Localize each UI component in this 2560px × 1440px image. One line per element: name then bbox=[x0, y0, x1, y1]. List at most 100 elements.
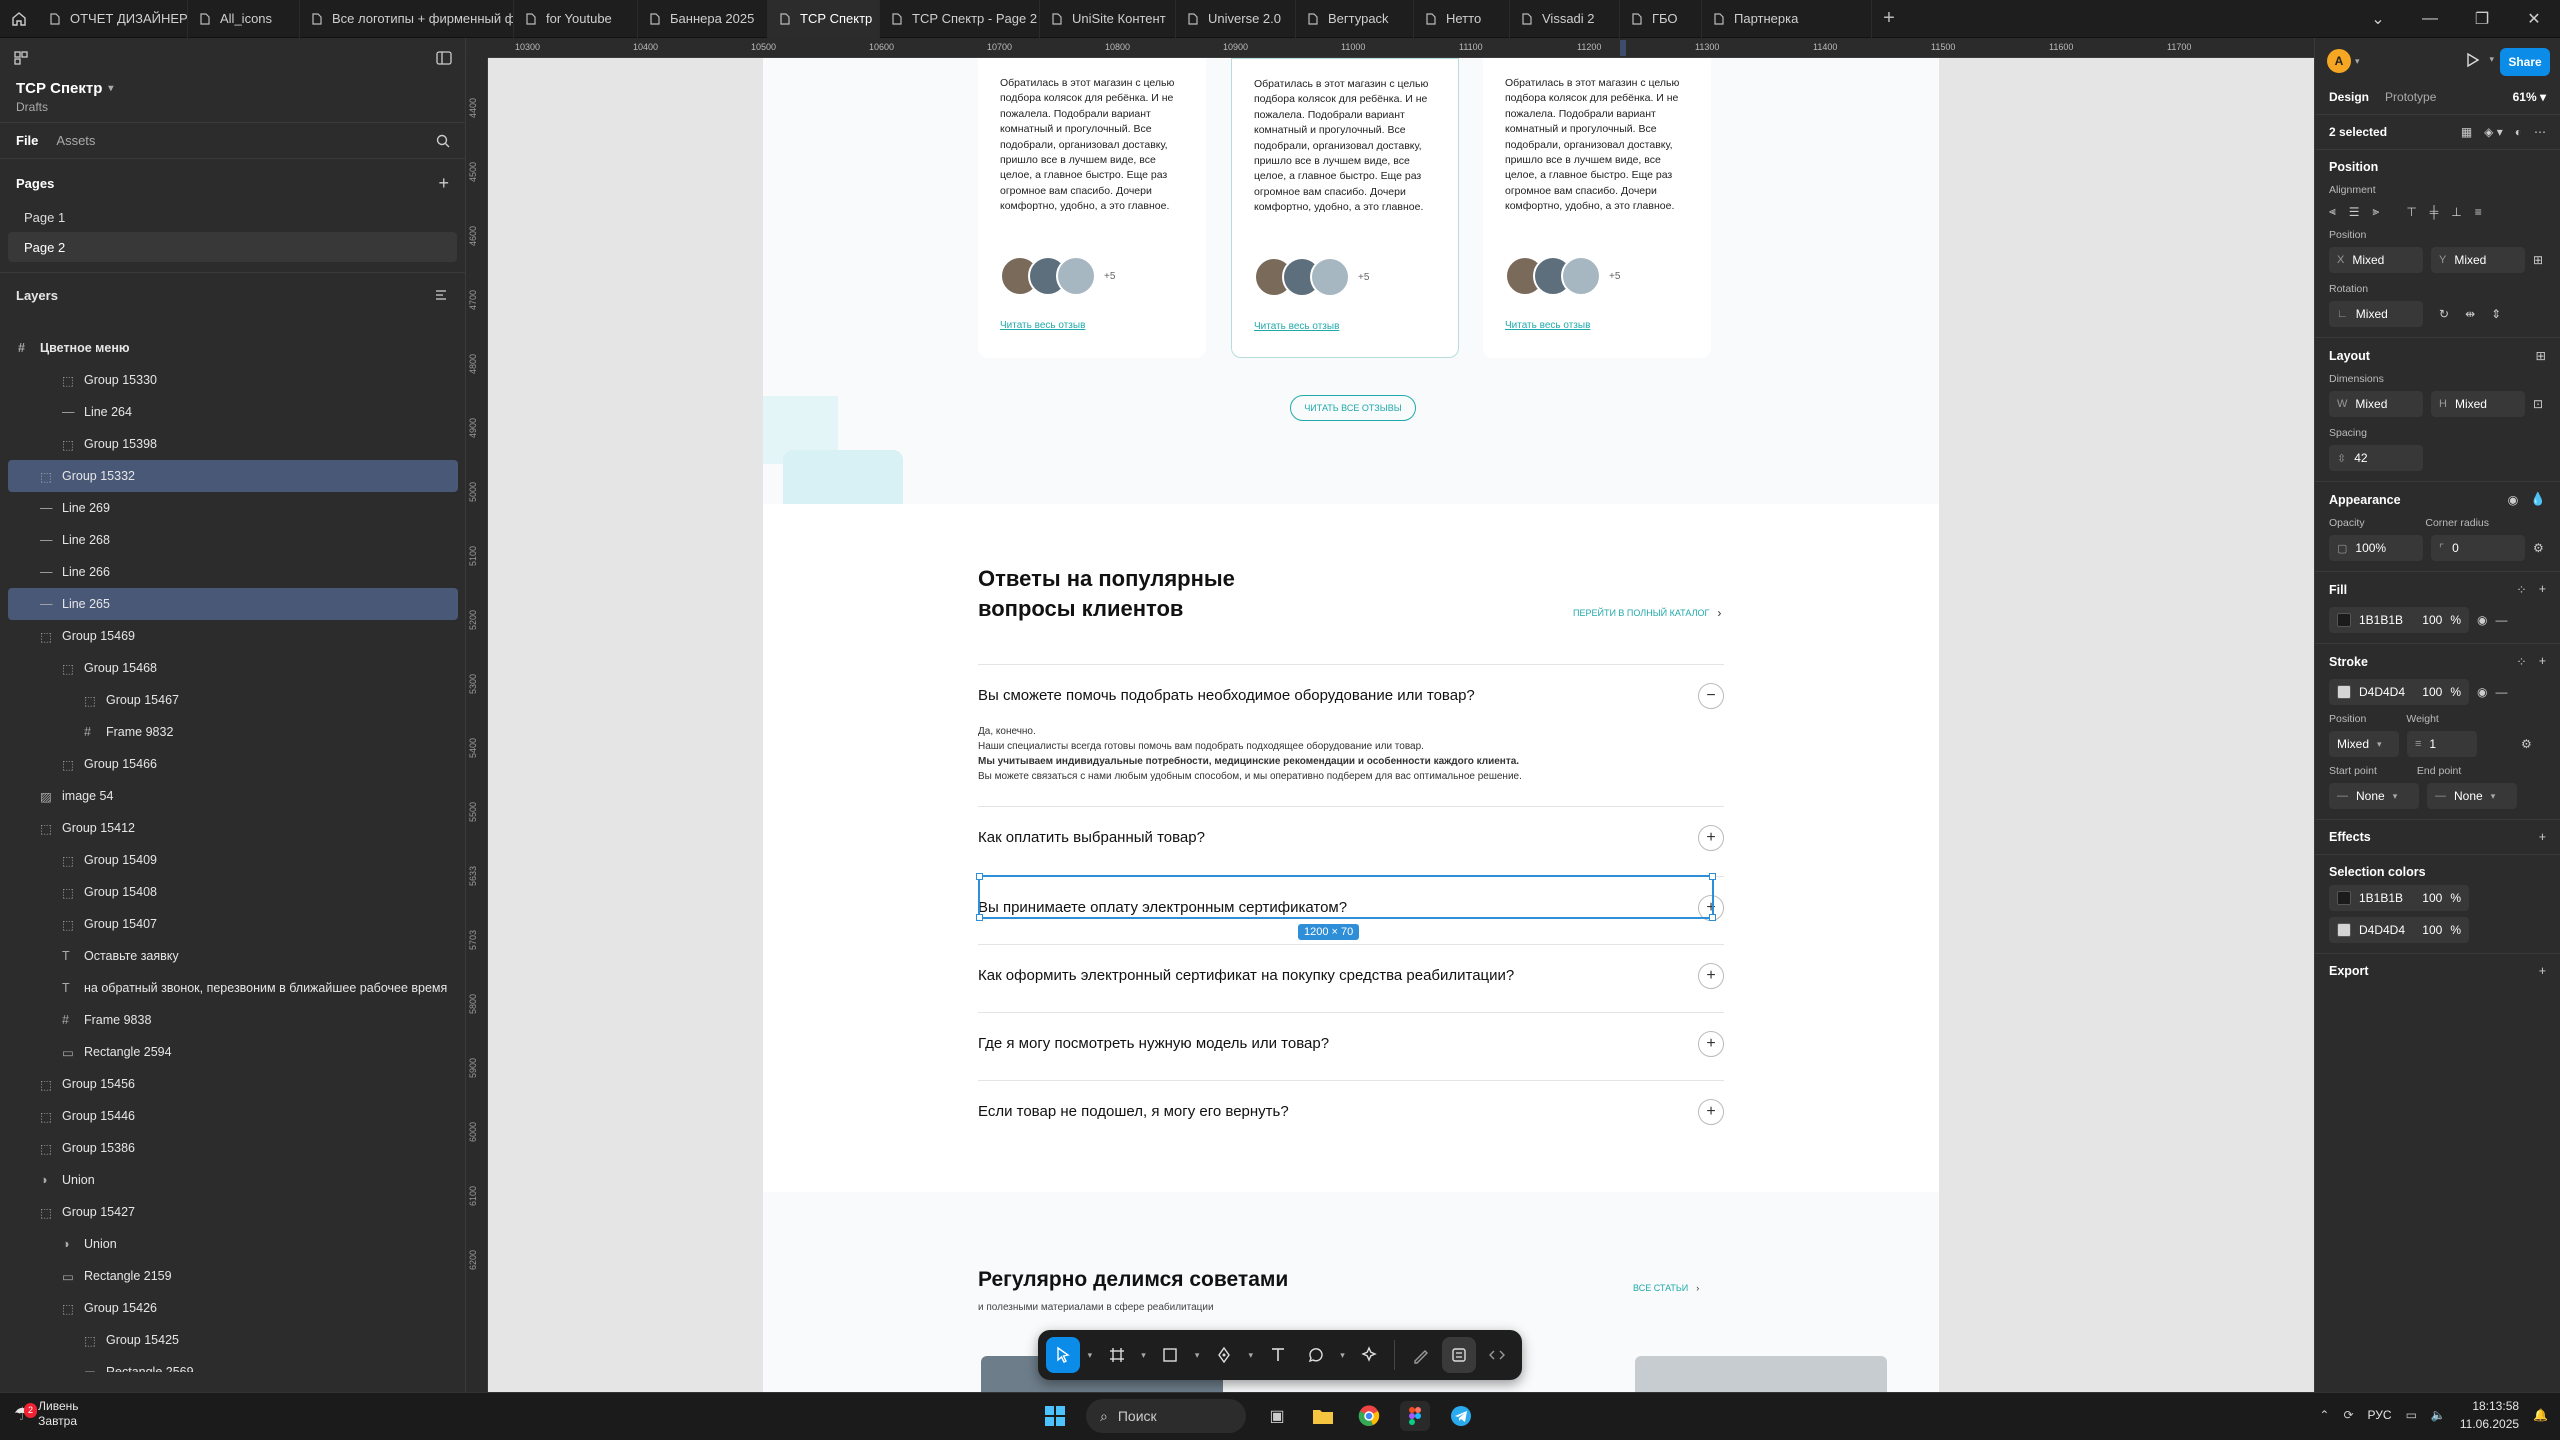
tab-assets[interactable]: Assets bbox=[56, 133, 95, 148]
layer-row[interactable]: ◑ Union bbox=[8, 1164, 458, 1196]
height-field[interactable]: H Mixed bbox=[2431, 391, 2525, 417]
network-icon[interactable]: ▭ bbox=[2406, 1408, 2417, 1422]
flip-h-icon[interactable]: ⇹ bbox=[2465, 307, 2475, 321]
pen-tool[interactable] bbox=[1207, 1337, 1241, 1373]
stroke-color-field[interactable]: D4D4D4 100 % bbox=[2329, 679, 2469, 705]
avatar[interactable]: A bbox=[2327, 49, 2351, 73]
resize-handle[interactable] bbox=[1709, 873, 1716, 880]
design-mode-icon[interactable] bbox=[1441, 1337, 1476, 1373]
layer-row[interactable]: ▭ Rectangle 2159 bbox=[8, 1260, 458, 1292]
task-view-icon[interactable]: ▣ bbox=[1262, 1401, 1292, 1431]
resize-handle[interactable] bbox=[976, 914, 983, 921]
faq-item[interactable]: Если товар не подошел, я могу его вернут… bbox=[978, 1080, 1724, 1148]
tab-0[interactable]: ОТЧЕТ ДИЗАЙНЕРЫ 2024 bbox=[38, 0, 188, 38]
comment-tool[interactable] bbox=[1299, 1337, 1333, 1373]
chevron-down-icon[interactable]: ▾ bbox=[1084, 1350, 1095, 1361]
layer-row[interactable]: — Line 266 bbox=[8, 556, 458, 588]
color-swatch[interactable] bbox=[2337, 923, 2351, 937]
layer-row[interactable]: # Frame 9832 bbox=[8, 716, 458, 748]
weather-widget[interactable]: ☂ 2 Ливень Завтра bbox=[14, 1399, 79, 1429]
tab-file[interactable]: File bbox=[16, 133, 38, 148]
layer-row[interactable]: — Line 264 bbox=[8, 396, 458, 428]
tab-2[interactable]: Все логотипы + фирменный фон bbox=[300, 0, 514, 38]
spacing-field[interactable]: ⇳ 42 bbox=[2329, 445, 2423, 471]
blend-icon[interactable]: 💧 bbox=[2530, 492, 2546, 507]
expand-icon[interactable]: + bbox=[1698, 963, 1724, 989]
layer-row[interactable]: ⬚ Group 15412 bbox=[8, 812, 458, 844]
auto-layout-icon[interactable]: ⊞ bbox=[2536, 348, 2546, 363]
selection-color-field[interactable]: D4D4D4 100% bbox=[2329, 917, 2469, 943]
rectangle-tool[interactable] bbox=[1153, 1337, 1187, 1373]
tab-6[interactable]: ТСР Спектр - Page 2 bbox=[880, 0, 1040, 38]
toggle-sidebar-icon[interactable] bbox=[435, 49, 453, 67]
stroke-position-select[interactable]: Mixed ▾ bbox=[2329, 731, 2399, 757]
layer-row[interactable]: # Frame 9838 bbox=[8, 1004, 458, 1036]
tips-title[interactable]: Регулярно делимся советами bbox=[978, 1268, 1288, 1292]
tab-11[interactable]: Vissadi 2 bbox=[1510, 0, 1620, 38]
align-bottom-icon[interactable]: ⊥ bbox=[2451, 205, 2461, 219]
layer-row[interactable]: ⬚ Group 15468 bbox=[8, 652, 458, 684]
layer-row[interactable]: ⬚ Group 15466 bbox=[8, 748, 458, 780]
eye-icon[interactable]: ◉ bbox=[2508, 492, 2519, 507]
actions-tool[interactable] bbox=[1352, 1337, 1386, 1373]
corner-radius-field[interactable]: ⌜ 0 bbox=[2431, 535, 2525, 561]
color-swatch[interactable] bbox=[2337, 891, 2351, 905]
tab-12[interactable]: ГБО bbox=[1620, 0, 1702, 38]
independent-corners-icon[interactable]: ⚙ bbox=[2533, 541, 2544, 555]
faq-item[interactable]: Где я могу посмотреть нужную модель или … bbox=[978, 1012, 1724, 1080]
constraints-icon[interactable]: ⊞ bbox=[2533, 253, 2543, 267]
project-title[interactable]: ТСР Спектр ▾ bbox=[16, 80, 449, 97]
layer-row[interactable]: ⬚ Group 15467 bbox=[8, 684, 458, 716]
layer-row[interactable]: ⬚ Group 15469 bbox=[8, 620, 458, 652]
chevron-down-icon[interactable]: ▾ bbox=[1337, 1350, 1348, 1361]
read-review-link[interactable]: Читать весь отзыв bbox=[1505, 320, 1590, 331]
move-tool[interactable] bbox=[1046, 1337, 1081, 1373]
x-field[interactable]: X Mixed bbox=[2329, 247, 2423, 273]
layer-row[interactable]: — Line 269 bbox=[8, 492, 458, 524]
app-tray-icon[interactable]: ⟳ bbox=[2343, 1408, 2353, 1422]
add-page-button[interactable]: + bbox=[438, 173, 449, 194]
layer-row[interactable]: ▨ image 54 bbox=[8, 780, 458, 812]
layer-row[interactable]: ⬚ Group 15386 bbox=[8, 1132, 458, 1164]
chevron-down-icon[interactable]: ▾ bbox=[2355, 56, 2360, 67]
all-articles-link[interactable]: ВСЕ СТАТЬИ › bbox=[1633, 1283, 1699, 1293]
draw-mode-icon[interactable] bbox=[1403, 1337, 1437, 1373]
canvas[interactable]: Обратилась в этот магазин с целью подбор… bbox=[488, 58, 2314, 1392]
read-all-reviews-button[interactable]: ЧИТАТЬ ВСЕ ОТЗЫВЫ bbox=[1290, 395, 1416, 421]
tab-7[interactable]: UniSite Контент bbox=[1040, 0, 1176, 38]
expand-icon[interactable]: + bbox=[1698, 1099, 1724, 1125]
fill-swatch[interactable] bbox=[2337, 613, 2351, 627]
resize-icon[interactable]: ⊡ bbox=[2533, 397, 2543, 411]
tab-design[interactable]: Design bbox=[2329, 90, 2369, 104]
y-field[interactable]: Y Mixed bbox=[2431, 247, 2525, 273]
align-center-v-icon[interactable]: ╪ bbox=[2430, 205, 2439, 219]
language-indicator[interactable]: РУС bbox=[2368, 1408, 2392, 1422]
resize-handle[interactable] bbox=[1709, 914, 1716, 921]
layer-row[interactable]: ⬚ Group 15398 bbox=[8, 428, 458, 460]
chevron-down-icon[interactable]: ⌄ bbox=[2352, 0, 2404, 38]
faq-title[interactable]: Ответы на популярные вопросы клиентов bbox=[978, 564, 1238, 624]
more-icon[interactable]: ⋯ bbox=[2534, 125, 2546, 139]
tab-5[interactable]: ТСР Спектр✕ bbox=[768, 0, 880, 38]
layer-row[interactable]: ⬚ Group 15456 bbox=[8, 1068, 458, 1100]
volume-icon[interactable]: 🔈 bbox=[2431, 1408, 2446, 1422]
eye-icon[interactable]: ◉ bbox=[2477, 685, 2487, 699]
notifications-icon[interactable]: 🔔 bbox=[2533, 1408, 2548, 1422]
page-item-1[interactable]: Page 1 bbox=[8, 202, 457, 232]
faq-item[interactable]: Как оформить электронный сертификат на п… bbox=[978, 944, 1724, 1012]
artboard[interactable]: Обратилась в этот магазин с целью подбор… bbox=[763, 58, 1939, 1392]
tab-3[interactable]: for Youtube bbox=[514, 0, 638, 38]
review-card[interactable]: Обратилась в этот магазин с целью подбор… bbox=[978, 58, 1206, 358]
tab-13[interactable]: Партнерка bbox=[1702, 0, 1872, 38]
layer-frame[interactable]: # Цветное меню bbox=[8, 332, 458, 364]
layer-row[interactable]: ▭ Rectangle 2594 bbox=[8, 1036, 458, 1068]
align-top-icon[interactable]: ⊤ bbox=[2406, 205, 2416, 219]
layer-row[interactable]: ⬚ Group 15425 bbox=[8, 1324, 458, 1356]
taskbar-search[interactable]: ⌕ Поиск bbox=[1086, 1399, 1246, 1433]
clock[interactable]: 18:13:58 11.06.2025 bbox=[2460, 1397, 2519, 1433]
share-button[interactable]: Share bbox=[2500, 48, 2550, 76]
grid-icon[interactable]: ▦ bbox=[2461, 125, 2472, 139]
stroke-weight-field[interactable]: ≡ 1 bbox=[2407, 731, 2477, 757]
file-explorer-icon[interactable] bbox=[1308, 1401, 1338, 1431]
faq-item[interactable]: Вы сможете помочь подобрать необходимое … bbox=[978, 664, 1724, 732]
